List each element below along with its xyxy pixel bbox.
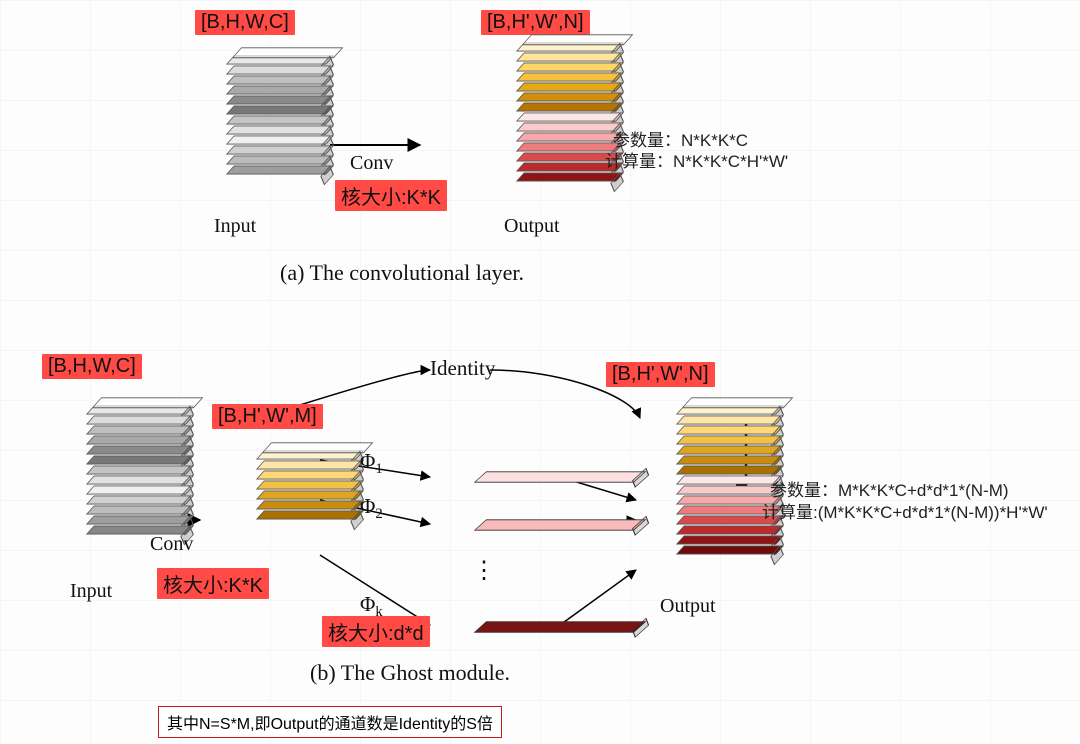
b-caption: (b) The Ghost module.: [310, 660, 510, 686]
b-output-shape: [B,H',W',N]: [606, 362, 715, 387]
b-dots: ⋮: [472, 556, 496, 585]
b-input-caption: Input: [70, 580, 112, 603]
b-plate-2: [474, 519, 646, 530]
b-output-caption: Output: [660, 595, 716, 618]
b-plate-k: [474, 621, 646, 632]
b-cheap-kernel-label: 核大小:d*d: [322, 616, 430, 647]
a-input-shape: [B,H,W,C]: [195, 10, 295, 35]
b-phi2: Φ2: [360, 494, 383, 523]
b-kernel-label: 核大小:K*K: [157, 568, 269, 599]
b-flops: 计算量:(M*K*K*C+d*d*1*(N-M))*H'*W': [762, 498, 1048, 523]
b-plate-1: [474, 471, 646, 482]
a-input-caption: Input: [214, 215, 256, 238]
b-identity-label: Identity: [430, 356, 495, 381]
a-caption: (a) The convolutional layer.: [280, 260, 524, 286]
a-output-shape: [B,H',W',N]: [481, 10, 590, 35]
a-kernel-label: 核大小:K*K: [335, 180, 447, 211]
b-note: 其中N=S*M,即Output的通道数是Identity的S倍: [158, 706, 502, 738]
b-phi1: Φ1: [360, 449, 383, 478]
a-flops: 计算量：N*K*K*C*H'*W': [605, 147, 788, 172]
b-conv-label: Conv: [150, 533, 193, 556]
b-input-shape: [B,H,W,C]: [42, 354, 142, 379]
a-output-caption: Output: [504, 215, 560, 238]
b-mid-shape: [B,H',W',M]: [212, 404, 323, 429]
a-conv-label: Conv: [350, 152, 393, 175]
